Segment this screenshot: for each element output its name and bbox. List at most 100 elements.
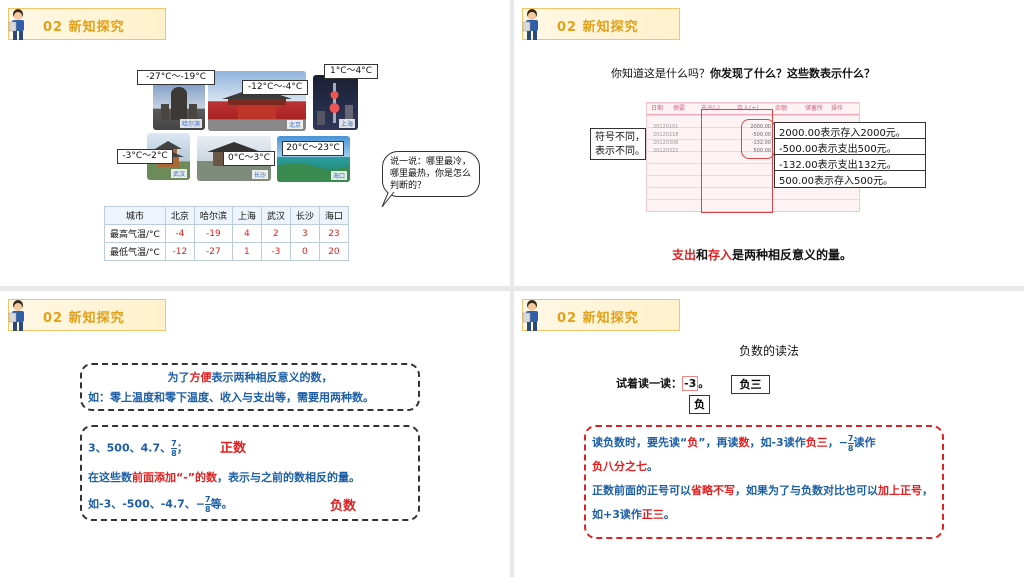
keyword-expense: 支出 [672, 248, 697, 262]
student-mascot-icon [522, 300, 538, 331]
slide-passbook[interactable]: 02 新知探究 你知道这是什么吗？你发现了什么？这些数表示什么？ 日期 摘要 支… [514, 0, 1024, 286]
question-part-a: 你知道这是什么吗？ [611, 67, 710, 80]
photo-tag: 长沙 [251, 170, 268, 179]
table-header-cell: 长沙 [289, 206, 320, 225]
definition-part: 在这些数 [88, 471, 132, 484]
table-row: 最低气温/°C -12 -27 1 -3 0 20 [104, 242, 349, 261]
definition-box: 3、500、4.7、 7 8； 正数 在这些数前面添加“-”的数，表示与之前的数相反… [80, 425, 420, 521]
rule-line1b: 负八分之七。 [592, 455, 936, 479]
keyword-add-minus: 前面添加“-”的数 [132, 471, 218, 484]
section-title: 02 新知探究 [43, 20, 125, 35]
rule-part: ，如果为了与负数对比也可以 [735, 484, 878, 497]
answer-box: 负三 [731, 375, 770, 394]
student-mascot-icon [522, 9, 538, 40]
keyword-fu-san: 负三 [805, 436, 828, 449]
try-period: 。 [698, 377, 710, 390]
wuhan-temp-callout: -3°C～2°C [117, 149, 173, 164]
photo-tag: 武汉 [170, 169, 187, 178]
row-label: 最高气温/°C [104, 224, 166, 243]
keyword-omit: 省略不写 [691, 484, 735, 497]
table-header-cell: 武汉 [260, 206, 291, 225]
passbook-date: 20120306 [653, 140, 679, 146]
slide-reading-negatives[interactable]: 02 新知探究 负数的读法 试着读一读： -3。 负三 负 读负数时，要先读“负”… [514, 291, 1024, 577]
keyword-deposit: 存入 [708, 248, 733, 262]
table-cell: -4 [164, 224, 195, 243]
explanation-item: -132.00表示支出132元。 [775, 155, 925, 171]
negative-examples: 如-3、-500、-4.7、− 7 8 等。 [88, 495, 233, 514]
passbook-col: 余额 [775, 105, 788, 112]
changsha-temp-callout: 0°C～3°C [223, 151, 275, 166]
purpose-box: 为了方便表示两种相反意义的数， 如：零上温度和零下温度、收入与支出等，需要用两种… [80, 363, 420, 411]
explanation-item: 500.00表示存入500元。 [779, 176, 894, 187]
slide-positive-negative[interactable]: 02 新知探究 为了方便表示两种相反意义的数， 如：零上温度和零下温度、收入与支… [0, 291, 510, 577]
purpose-line2: 如：零上温度和零下温度、收入与支出等，需要用两种数。 [88, 391, 374, 404]
keyword-fu: 负 [687, 436, 699, 449]
slide-temperature[interactable]: 02 新知探究 哈尔滨 北京 上海 武汉 长沙 海口 -27°C～-19°C -… [0, 0, 510, 286]
passbook-col: 摘要 [673, 105, 686, 112]
sign-note: 符号不同， 表示不同。 [590, 128, 646, 160]
table-cell: 2 [260, 224, 291, 243]
reading-rules-box: 读负数时，要先读“负”，再读数，如-3读作负三，− 7 8 读作 负八分之七。 正数前… [584, 425, 944, 539]
explanation-list: 2000.00表示存入2000元。 -500.00表示支出500元。 -132.… [774, 122, 926, 188]
keyword-zheng-san: 正三 [641, 508, 664, 521]
positive-numbers: 3、500、4.7、 [88, 441, 172, 455]
section-title: 02 新知探究 [557, 311, 639, 326]
passbook-date: 20120321 [653, 148, 679, 154]
sign-label-box: 负 [689, 395, 710, 414]
purpose-part: 为了 [167, 371, 190, 384]
section-header: 02 新知探究 [522, 299, 680, 331]
rule-line1: 读负数时，要先读“负”，再读数，如-3读作负三，− 7 8 读作 [592, 431, 936, 455]
negative-numbers: 如-3、-500、-4.7、− [88, 497, 206, 511]
section-title: 02 新知探究 [557, 20, 639, 35]
rule-part: ，− [827, 436, 848, 449]
table-cell: 1 [231, 242, 262, 261]
passbook-date: 20120218 [653, 132, 679, 138]
passbook-date: 20120101 [653, 124, 679, 130]
shanghai-temp-callout: 1°C～4°C [324, 64, 378, 79]
table-header-cell: 哈尔滨 [193, 206, 233, 225]
definition-part: ，表示与之前的数相反的量。 [217, 471, 361, 484]
slide-title: 负数的读法 [738, 344, 799, 358]
student-mascot-icon [8, 300, 24, 331]
table-header-cell: 北京 [164, 206, 195, 225]
rule-part: 。 [663, 508, 675, 521]
purpose-part: 表示两种相反意义的数， [211, 371, 333, 384]
photo-tag: 上海 [338, 119, 355, 128]
keyword-convenient: 方便 [189, 371, 212, 384]
passbook-col: 操作 [831, 105, 844, 112]
table-cell: -27 [193, 242, 233, 261]
passbook-col: 日期 [651, 105, 664, 112]
passbook-dates: 20120101 20120218 20120306 20120321 [653, 123, 678, 155]
section-header: 02 新知探究 [8, 8, 166, 40]
table-cell: 3 [289, 224, 320, 243]
table-row: 最高气温/°C -4 -19 4 2 3 23 [104, 224, 349, 243]
try-label: 试着读一读： [616, 377, 682, 390]
table-cell: 4 [231, 224, 262, 243]
shanghai-photo: 上海 [313, 75, 358, 130]
negative-label: 负数 [330, 499, 357, 514]
rule-part: ”，再读 [698, 436, 739, 449]
keyword-add-plus: 加上正号 [878, 484, 922, 497]
negative-definition: 在这些数前面添加“-”的数，表示与之前的数相反的量。 [88, 469, 360, 485]
conclusion-and: 和 [696, 248, 709, 262]
conclusion-rest: 是两种相反意义的量。 [732, 248, 853, 262]
conclusion-text: 支出和存入是两种相反意义的量。 [672, 246, 852, 263]
rule-part: 正数前面的正号可以 [592, 484, 691, 497]
rule-line2: 正数前面的正号可以省略不写，如果为了与负数对比也可以加上正号，如+3读作正三。 [592, 479, 936, 527]
harbin-photo: 哈尔滨 [153, 82, 205, 130]
table-cell: 0 [289, 242, 320, 261]
positive-label: 正数 [220, 441, 247, 456]
beijing-temp-callout: -12°C～-4°C [242, 80, 308, 95]
row-label: 最低气温/°C [104, 242, 166, 261]
photo-tag: 哈尔滨 [179, 119, 202, 128]
highlight-box-amounts [741, 119, 775, 159]
bubble-tail-icon [381, 192, 395, 208]
haikou-temp-callout: 20°C～23°C [282, 141, 344, 156]
section-header: 02 新知探究 [522, 8, 680, 40]
purpose-line1: 为了方便表示两种相反意义的数， [88, 368, 412, 388]
table-cell: -19 [193, 224, 233, 243]
etc-text: 等。 [210, 497, 233, 511]
table-cell: 23 [318, 224, 349, 243]
try-reading: 试着读一读： -3。 [616, 375, 709, 391]
rule-part: 读作 [853, 436, 876, 449]
